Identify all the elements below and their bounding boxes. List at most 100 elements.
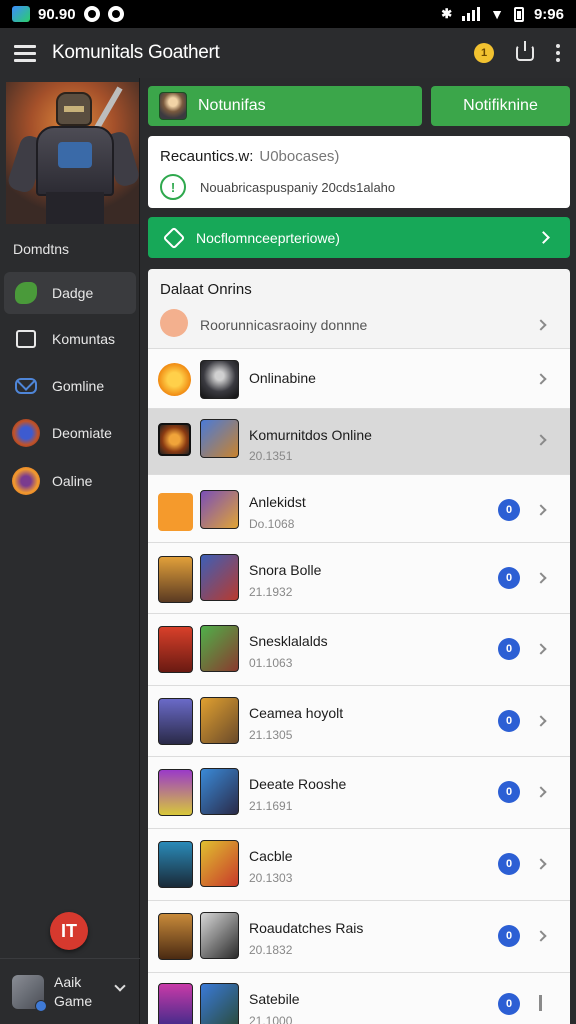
row-title: Anlekidst [249, 494, 306, 510]
share-icon[interactable] [516, 41, 534, 61]
row-subtitle: 21.1932 [249, 585, 293, 599]
character-thumbnail-icon [159, 92, 187, 120]
row-title: Roaudatches Rais [249, 920, 364, 936]
list-item[interactable]: Snora Bolle 21.1932 0 [148, 543, 570, 614]
list-item[interactable]: Roaudatches Rais 20.1832 0 [148, 901, 570, 973]
more-options-icon[interactable] [556, 44, 560, 62]
row-title: Deeate Rooshe [249, 776, 347, 792]
chevron-right-icon [535, 572, 547, 584]
count-badge: 0 [498, 781, 520, 803]
chevron-right-icon [535, 373, 547, 385]
app-bar: Komunitals Goathert 1 [0, 28, 576, 78]
game-icon [158, 423, 191, 456]
chevron-right-icon [535, 504, 547, 516]
row-title: Cacble [249, 848, 293, 864]
game-icon [158, 983, 193, 1024]
row-subtitle: 20.1832 [249, 943, 293, 957]
count-badge: 0 [498, 853, 520, 875]
list-item[interactable]: Ceamea hoyolt 21.1305 0 [148, 686, 570, 757]
list-item[interactable]: Komurnitdos Online 20.1351 [148, 409, 570, 475]
community-list: Dalaat Onrins Roorunnicasraoiny donnne O… [148, 269, 570, 1024]
chevron-down-icon[interactable] [114, 979, 126, 992]
list-item[interactable]: Snesklalalds 01.1063 0 [148, 614, 570, 686]
fab-button[interactable]: IT [50, 912, 88, 950]
frame-icon [16, 330, 36, 348]
chevron-right-icon [535, 643, 547, 655]
count-badge: 0 [498, 993, 520, 1015]
app-root: 90.90 ✱ ▼ 9:96 Komunitals Goathert 1 Dom… [0, 0, 576, 1024]
sidebar-item-deomiate[interactable]: Deomiate [4, 412, 136, 454]
status-time-left: 90.90 [38, 5, 76, 23]
game-icon [158, 626, 193, 673]
hero-game-art [6, 82, 139, 224]
count-badge: 0 [498, 499, 520, 521]
game-thumbnail [200, 768, 239, 815]
notifications-secondary-button[interactable]: Notifiknine [431, 86, 570, 126]
sidebar-item-label: Dadge [52, 285, 94, 301]
sidebar-section-label: Domdtns [13, 241, 70, 257]
promo-banner[interactable]: Nocflomnceeprteriowe) [148, 217, 570, 258]
scroll-indicator[interactable] [539, 995, 542, 1011]
game-thumbnail [200, 840, 239, 887]
game-icon [158, 493, 193, 531]
row-subtitle: 01.1063 [249, 656, 293, 670]
notifications-button[interactable]: Notunifas [148, 86, 422, 126]
avatar [12, 974, 47, 1012]
sidebar-item-oaline[interactable]: Oaline [4, 460, 136, 502]
user-account[interactable]: Aaik Game [0, 958, 140, 1024]
sidebar-item-gomline[interactable]: Gomline [4, 365, 136, 407]
list-item[interactable]: Onlinabine [148, 349, 570, 409]
recents-title-note: U0bocases) [259, 148, 340, 165]
user-name: Aaik [54, 973, 82, 990]
game-icon [158, 556, 193, 603]
game-icon [12, 419, 40, 447]
app-notification-icon [12, 6, 30, 22]
game-thumbnail [200, 490, 239, 529]
recents-title: Recauntics.w: [160, 148, 254, 165]
list-item[interactable]: Cacble 20.1303 0 [148, 829, 570, 901]
game-icon [158, 769, 193, 816]
wifi-icon: ▼ [490, 6, 504, 22]
chevron-right-icon [537, 231, 550, 244]
chevron-right-icon [535, 786, 547, 798]
row-subtitle: 21.1000 [249, 1014, 293, 1024]
bluetooth-icon: ✱ [441, 6, 453, 21]
list-item[interactable]: Deeate Rooshe 21.1691 0 [148, 757, 570, 829]
count-badge: 0 [498, 710, 520, 732]
sync-icon [107, 6, 124, 22]
sidebar-item-komuntas[interactable]: Komuntas [4, 318, 136, 360]
list-item[interactable]: Anlekidst Do.1068 0 [148, 475, 570, 543]
sidebar: Domdtns Dadge Komuntas Gomline Deomiate … [0, 78, 140, 1024]
game-thumbnail [200, 697, 239, 744]
count-badge: 0 [498, 567, 520, 589]
game-icon [158, 841, 193, 888]
button-label: Notunifas [198, 97, 266, 114]
list-item[interactable]: Satebile 21.1000 0 [148, 973, 570, 1024]
sidebar-item-label: Oaline [52, 473, 93, 489]
game-thumbnail [200, 360, 239, 399]
row-subtitle: Do.1068 [249, 517, 295, 531]
main-content: Notunifas Notifiknine Recauntics.w: U0boc… [140, 78, 576, 1024]
puzzle-icon [15, 282, 37, 304]
recents-card[interactable]: Recauntics.w: U0bocases) ! Nouabricaspusp… [148, 136, 570, 208]
status-bar: 90.90 ✱ ▼ 9:96 [0, 0, 576, 28]
row-title: Komurnitdos Online [249, 427, 372, 443]
recents-line: Nouabricaspuspaniy 20cds1alaho [200, 179, 396, 195]
coin-badge-icon [12, 467, 40, 495]
info-icon: ! [160, 174, 186, 200]
sidebar-item-label: Gomline [52, 378, 105, 394]
game-thumbnail [200, 912, 239, 959]
chevron-right-icon [535, 930, 547, 942]
battery-icon [513, 6, 524, 22]
hamburger-menu-icon[interactable] [0, 28, 50, 78]
tag-icon [162, 226, 186, 249]
chevron-right-icon [535, 715, 547, 727]
sidebar-item-dadge[interactable]: Dadge [4, 272, 136, 314]
chevron-right-icon [535, 434, 547, 446]
list-title: Dalaat Onrins [160, 281, 252, 298]
game-thumbnail [200, 419, 239, 458]
row-title: Ceamea hoyolt [249, 705, 344, 721]
count-badge: 0 [498, 925, 520, 947]
coin-icon[interactable]: 1 [474, 43, 494, 63]
list-item[interactable]: Roorunnicasraoiny donnne [148, 301, 570, 349]
